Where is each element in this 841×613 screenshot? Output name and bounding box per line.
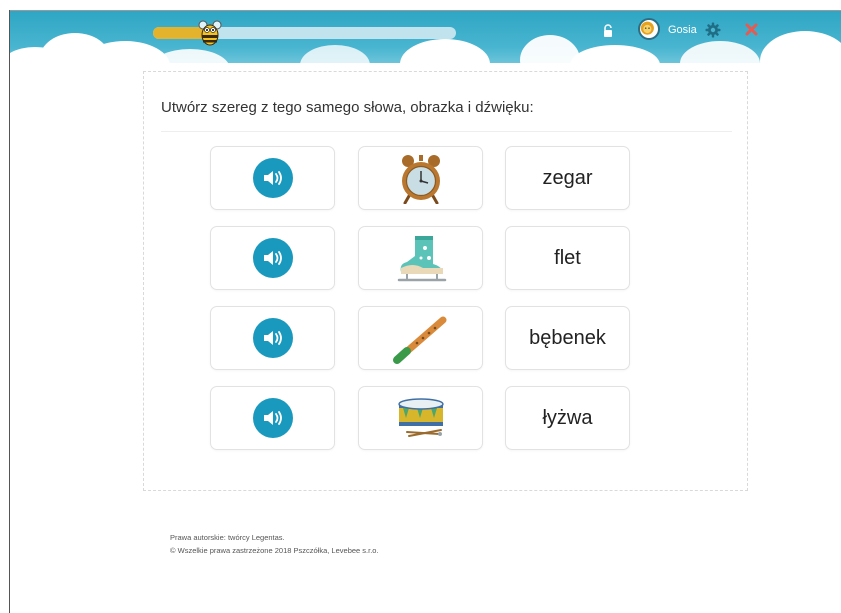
copyright-authors: Prawa autorskie: twórcy Legentas.: [170, 533, 285, 542]
word-label: bębenek: [529, 326, 606, 349]
picture-tile[interactable]: [358, 226, 483, 290]
cloud-decoration: [300, 45, 370, 63]
word-tile[interactable]: bębenek: [505, 306, 630, 370]
alarm-clock-image: [401, 155, 440, 204]
word-tile[interactable]: łyżwa: [505, 386, 630, 450]
word-label: flet: [554, 246, 581, 269]
unlock-icon[interactable]: [603, 24, 613, 38]
bee-icon: [198, 20, 222, 46]
sound-tile[interactable]: [210, 226, 335, 290]
speaker-icon[interactable]: [252, 238, 293, 278]
word-label: zegar: [542, 166, 593, 189]
copyright-notice: © Wszelkie prawa zastrzeżone 2018 Pszczó…: [170, 546, 379, 555]
word-tile[interactable]: zegar: [505, 146, 630, 210]
footer: Prawa autorskie: twórcy Legentas. © Wsze…: [170, 531, 379, 557]
cloud-decoration: [680, 41, 760, 63]
word-label: łyżwa: [542, 406, 593, 429]
picture-tile[interactable]: [358, 306, 483, 370]
sound-tile[interactable]: [210, 146, 335, 210]
username[interactable]: Gosia: [668, 24, 697, 36]
speaker-icon[interactable]: [252, 158, 293, 198]
cloud-decoration: [400, 39, 490, 63]
picture-tile[interactable]: [358, 386, 483, 450]
lion-avatar-icon[interactable]: [638, 18, 660, 40]
picture-tile[interactable]: [358, 146, 483, 210]
sound-tile[interactable]: [210, 306, 335, 370]
window-left-border: [9, 10, 10, 613]
header-bar: Gosia: [10, 11, 841, 63]
speaker-icon[interactable]: [252, 318, 293, 358]
cloud-decoration: [570, 45, 660, 63]
exercise-instruction: Utwórz szereg z tego samego słowa, obraz…: [161, 99, 534, 116]
instruction-divider: [161, 131, 732, 132]
sound-tile[interactable]: [210, 386, 335, 450]
drum-image: [397, 398, 444, 437]
close-icon[interactable]: [744, 22, 759, 37]
recorder-flute-image: [392, 316, 446, 364]
word-tile[interactable]: flet: [505, 226, 630, 290]
speaker-icon[interactable]: [252, 398, 293, 438]
gear-icon[interactable]: [705, 22, 721, 38]
ice-skate-image: [397, 236, 446, 282]
